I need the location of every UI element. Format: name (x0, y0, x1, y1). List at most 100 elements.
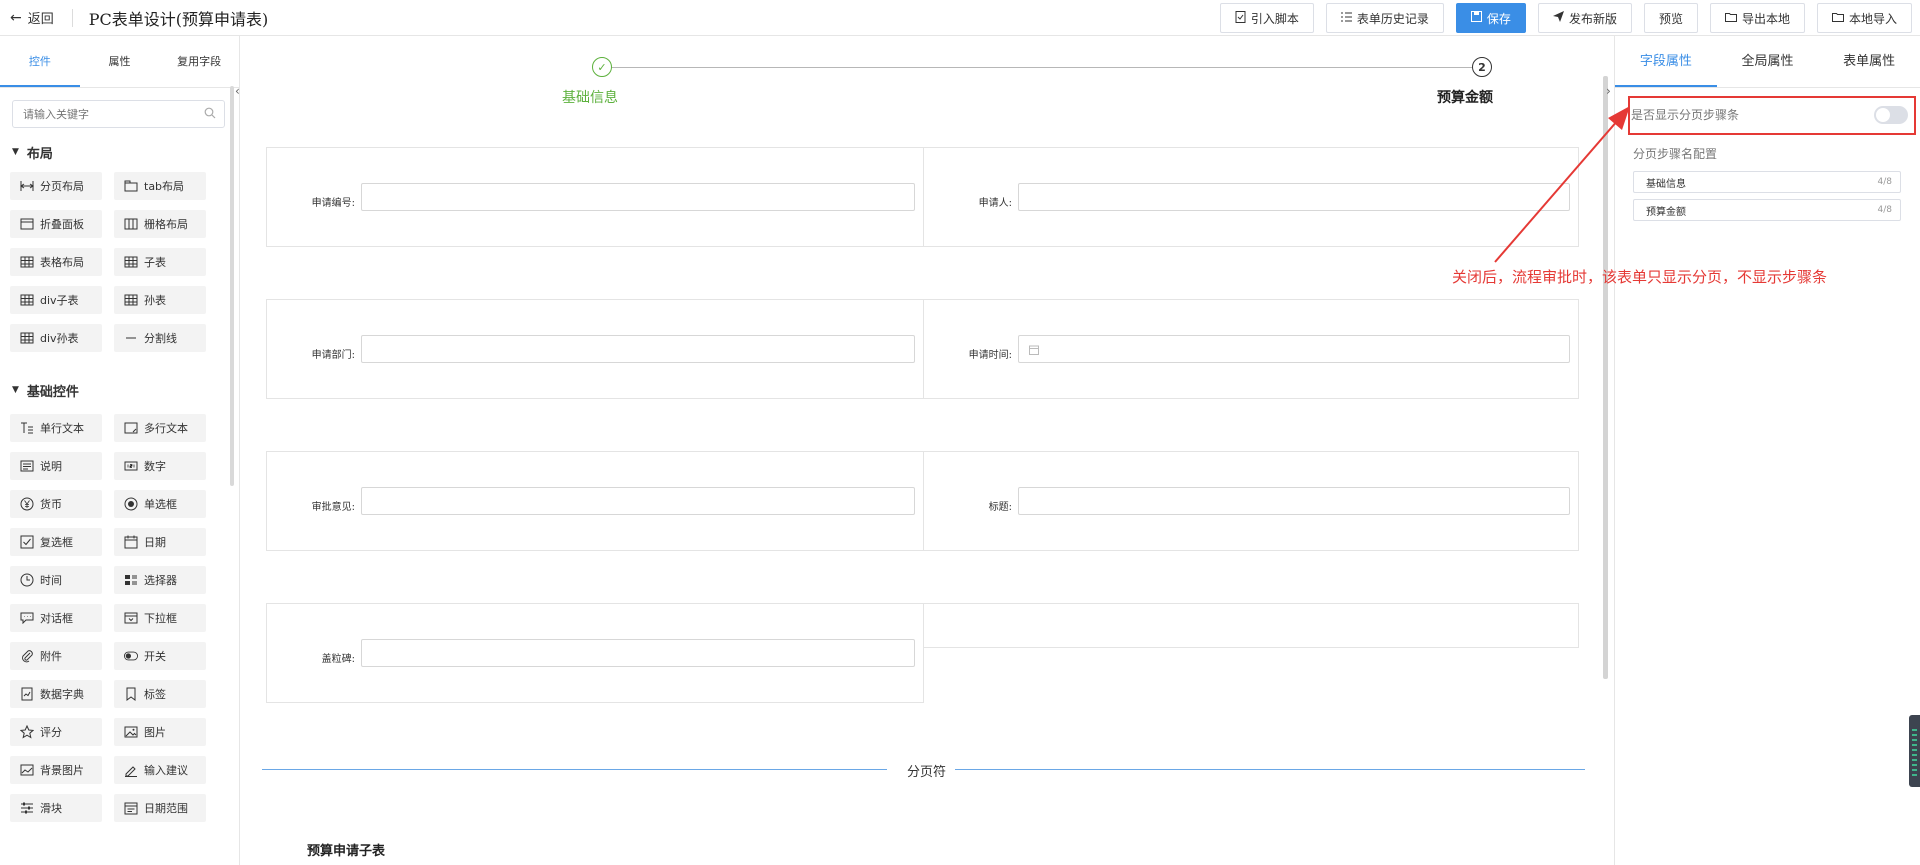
department-input[interactable] (361, 335, 915, 363)
form-cell-empty[interactable] (923, 603, 1579, 648)
subtable-title: 预算申请子表 (307, 844, 386, 859)
property-panel: 字段属性 全局属性 表单属性 是否显示分页步骤条 分页步骤名配置 基础信息 4/… (1614, 36, 1920, 865)
basic-components: 单行文本 多行文本 说明 数字 货币 单选框 复选框 日期 时间 选择器 对话框… (0, 404, 239, 822)
component-input-suggest[interactable]: 输入建议 (114, 756, 206, 784)
tab-properties[interactable]: 属性 (80, 36, 160, 87)
attachment-icon (20, 649, 34, 663)
left-scrollbar[interactable] (230, 86, 234, 486)
collapse-right-icon[interactable]: › (1606, 84, 1611, 98)
component-selector[interactable]: 选择器 (114, 566, 206, 594)
approval-opinion-input[interactable] (361, 487, 915, 515)
component-label: 背景图片 (40, 764, 84, 777)
import-local-label: 本地导入 (1848, 11, 1897, 26)
component-tag[interactable]: 标签 (114, 680, 206, 708)
highlight-box (1628, 96, 1916, 135)
component-single-text[interactable]: 单行文本 (10, 414, 102, 442)
import-local-button[interactable]: 本地导入 (1816, 3, 1912, 33)
search-input[interactable] (23, 102, 213, 126)
form-cell[interactable]: 申请时间: (923, 299, 1579, 399)
component-description[interactable]: 说明 (10, 452, 102, 480)
component-time[interactable]: 时间 (10, 566, 102, 594)
component-attachment[interactable]: 附件 (10, 642, 102, 670)
component-dropdown[interactable]: 下拉框 (114, 604, 206, 632)
export-button[interactable]: 导出本地 (1709, 3, 1805, 33)
grid-layout-icon (124, 217, 138, 231)
component-label: 滑块 (40, 802, 62, 815)
component-label: div子表 (40, 294, 79, 307)
component-background-image[interactable]: 背景图片 (10, 756, 102, 784)
component-radio[interactable]: 单选框 (114, 490, 206, 518)
collapse-panel-icon (20, 217, 34, 231)
history-button[interactable]: 表单历史记录 (1325, 3, 1444, 33)
component-grandchild-table[interactable]: 孙表 (114, 286, 206, 314)
component-label: 单行文本 (40, 422, 84, 435)
page-title: PC表单设计(预算申请表) (88, 9, 269, 29)
component-label: 分割线 (144, 332, 177, 345)
application-number-input[interactable] (361, 183, 915, 211)
component-date[interactable]: 日期 (114, 528, 206, 556)
field-label: 申请时间: (968, 350, 1012, 361)
component-subtable[interactable]: 子表 (114, 248, 206, 276)
component-table-layout[interactable]: 表格布局 (10, 248, 102, 276)
form-cell[interactable]: 盖粒碑: (266, 603, 924, 703)
step-2-number: 2 (1472, 57, 1492, 77)
component-number[interactable]: 数字 (114, 452, 206, 480)
header-divider (71, 8, 73, 27)
component-div-grandchild-table[interactable]: div孙表 (10, 324, 102, 352)
component-collapse-panel[interactable]: 折叠面板 (10, 210, 102, 238)
group-basic-header[interactable]: ▼ 基础控件 (0, 376, 239, 404)
divider-icon (124, 331, 138, 345)
component-divider[interactable]: 分割线 (114, 324, 206, 352)
save-button[interactable]: 保存 (1455, 3, 1526, 33)
import-script-button[interactable]: 引入脚本 (1219, 3, 1314, 33)
preview-label: 预览 (1658, 11, 1683, 26)
search-icon[interactable] (204, 107, 216, 119)
preview-button[interactable]: 预览 (1643, 3, 1698, 33)
component-grid-layout[interactable]: 栅格布局 (114, 210, 206, 238)
component-image[interactable]: 图片 (114, 718, 206, 746)
stamp-input[interactable] (361, 639, 915, 667)
step-name-input[interactable]: 基础信息 4/8 (1633, 171, 1901, 193)
form-row: 申请部门: 申请时间: (266, 299, 1579, 399)
form-cell[interactable]: 申请部门: (266, 299, 924, 399)
tab-global-properties[interactable]: 全局属性 (1717, 36, 1819, 87)
tab-reuse-fields[interactable]: 复用字段 (159, 36, 239, 87)
application-date-input[interactable] (1018, 335, 1570, 363)
component-checkbox[interactable]: 复选框 (10, 528, 102, 556)
page-layout-icon (20, 179, 34, 193)
tab-controls[interactable]: 控件 (0, 36, 80, 87)
annotation-arrow (1494, 106, 1630, 263)
component-label: 多行文本 (144, 422, 188, 435)
tab-field-properties[interactable]: 字段属性 (1615, 36, 1717, 87)
component-data-dictionary[interactable]: 数据字典 (10, 680, 102, 708)
title-input[interactable] (1018, 487, 1570, 515)
component-div-subtable[interactable]: div子表 (10, 286, 102, 314)
publish-button[interactable]: 发布新版 (1537, 3, 1632, 33)
form-cell[interactable]: 审批意见: (266, 451, 924, 551)
form-cell[interactable]: 申请编号: (266, 147, 924, 247)
component-slider[interactable]: 滑块 (10, 794, 102, 822)
step-name-input[interactable]: 预算金额 4/8 (1633, 199, 1901, 221)
component-label: 选择器 (144, 574, 177, 587)
component-tab-layout[interactable]: tab布局 (114, 172, 206, 200)
currency-icon (20, 497, 34, 511)
group-layout-header[interactable]: ▼ 布局 (0, 138, 239, 166)
field-label: 审批意见: (311, 502, 355, 513)
component-label: 评分 (40, 726, 62, 739)
component-dialog[interactable]: 对话框 (10, 604, 102, 632)
component-currency[interactable]: 货币 (10, 490, 102, 518)
component-page-layout[interactable]: 分页布局 (10, 172, 102, 200)
grandchild-table-icon (124, 293, 138, 307)
component-multi-text[interactable]: 多行文本 (114, 414, 206, 442)
form-cell[interactable]: 标题: (923, 451, 1579, 551)
back-button[interactable]: ← 返回 (0, 8, 54, 28)
component-switch[interactable]: 开关 (114, 642, 206, 670)
tab-form-properties[interactable]: 表单属性 (1818, 36, 1920, 87)
step-1-label[interactable]: 基础信息 (562, 87, 618, 107)
collapse-left-icon[interactable]: ‹ (235, 84, 240, 98)
page-break[interactable]: 分页符 (262, 760, 1585, 780)
component-date-range[interactable]: 日期范围 (114, 794, 206, 822)
component-label: 数字 (144, 460, 166, 473)
component-rating[interactable]: 评分 (10, 718, 102, 746)
side-widget[interactable] (1909, 715, 1920, 787)
